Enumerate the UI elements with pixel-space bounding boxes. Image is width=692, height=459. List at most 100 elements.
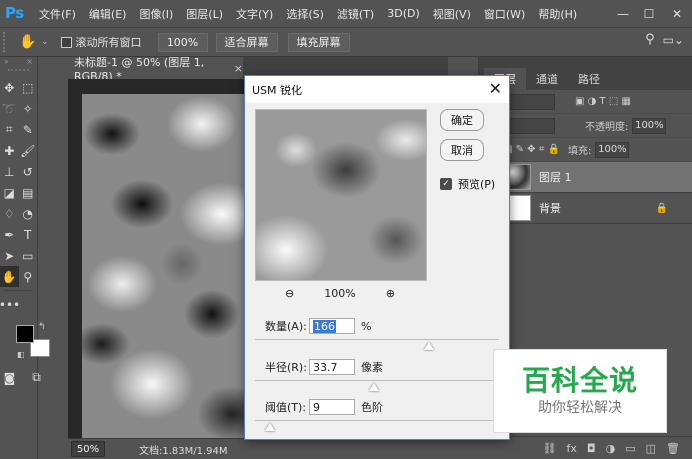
amount-slider-thumb[interactable] — [424, 342, 434, 350]
radius-label: 半径(R): — [265, 361, 307, 374]
menu-layer[interactable]: 图层(L) — [186, 6, 223, 22]
menu-help[interactable]: 帮助(H) — [538, 6, 577, 22]
hand-tool-icon[interactable]: ✋ — [17, 32, 39, 52]
menu-view[interactable]: 视图(V) — [433, 6, 471, 22]
menu-edit[interactable]: 编辑(E) — [89, 6, 127, 22]
zoom-level-field[interactable]: 50% — [71, 441, 105, 457]
preview-checkbox[interactable]: ✓ 预览(P) — [440, 176, 495, 192]
more-tools-icon[interactable]: ••• — [0, 294, 20, 315]
layer-row[interactable]: 背景 🔒 — [479, 193, 692, 224]
dialog-close-icon[interactable]: ✕ — [489, 79, 502, 98]
lasso-tool-icon[interactable]: ➰ — [0, 98, 19, 119]
threshold-field[interactable]: 9 — [309, 399, 355, 415]
ok-button[interactable]: 确定 — [440, 109, 484, 131]
fill-label: 填充: — [568, 146, 592, 157]
clone-stamp-icon[interactable]: ⊥ — [0, 161, 19, 182]
pen-tool-icon[interactable]: ✒ — [0, 224, 19, 245]
healing-brush-icon[interactable]: ✚ — [0, 140, 19, 161]
collapse-icon[interactable]: » — [4, 57, 9, 67]
default-colors-icon[interactable]: ◧ — [17, 350, 25, 359]
close-window-button[interactable]: ✕ — [662, 0, 692, 27]
tab-channels[interactable]: 通道 — [526, 68, 568, 90]
close-tab-icon[interactable]: × — [234, 62, 243, 75]
fit-screen-button[interactable]: 适合屏幕 — [215, 32, 278, 52]
search-icon[interactable]: ⚲ — [645, 32, 655, 47]
magic-wand-tool-icon[interactable]: ✧ — [19, 98, 38, 119]
new-group-icon[interactable]: ▭ — [625, 442, 635, 455]
eyedropper-tool-icon[interactable]: ✎ — [19, 119, 38, 140]
gradient-tool-icon[interactable]: ▤ — [19, 182, 38, 203]
link-layers-icon[interactable]: ⛓ — [543, 442, 557, 455]
radius-slider-thumb[interactable] — [369, 383, 379, 391]
swap-colors-icon[interactable]: ↰ — [38, 322, 46, 332]
add-mask-icon[interactable]: ◘ — [587, 442, 596, 455]
rectangle-tool-icon[interactable]: ▭ — [19, 245, 38, 266]
chevron-down-icon[interactable]: ⌄ — [41, 37, 49, 47]
filter-icons[interactable]: ▣ ◑ T ⬚ ▦ — [575, 96, 631, 107]
amount-field[interactable]: 166 — [309, 318, 355, 334]
amount-slider[interactable] — [255, 339, 499, 340]
hand-tool-icon[interactable]: ✋ — [0, 266, 19, 287]
fx-icon[interactable]: fx — [567, 442, 577, 455]
maximize-button[interactable]: ☐ — [636, 0, 662, 27]
opacity-field[interactable]: 100% — [632, 117, 667, 134]
close-panel-icon[interactable]: × — [26, 57, 33, 67]
minimize-button[interactable]: — — [610, 0, 636, 27]
checkbox-icon[interactable] — [60, 36, 72, 48]
foreground-color-swatch[interactable] — [16, 325, 34, 343]
filter-preview[interactable] — [255, 109, 427, 281]
panel-tabs: 图层 通道 路径 — [479, 57, 692, 90]
threshold-slider[interactable] — [255, 420, 499, 421]
fill-field[interactable]: 100% — [595, 141, 630, 158]
window-controls: — ☐ ✕ — [610, 0, 692, 27]
eraser-tool-icon[interactable]: ◪ — [0, 182, 19, 203]
new-layer-icon[interactable]: ◫ — [646, 442, 656, 455]
options-grip[interactable] — [3, 32, 7, 52]
layer-row[interactable]: 图层 1 — [479, 162, 692, 193]
scroll-all-windows-checkbox[interactable]: 滚动所有窗口 — [60, 34, 142, 50]
menu-select[interactable]: 选择(S) — [286, 6, 324, 22]
document-tab[interactable]: 未标题-1 @ 50% (图层 1, RGB/8) * × — [68, 56, 243, 83]
adjustment-layer-icon[interactable]: ◑ — [606, 442, 616, 455]
type-tool-icon[interactable]: T — [19, 224, 38, 245]
marquee-tool-icon[interactable]: ⬚ — [19, 77, 38, 98]
zoom-100-button[interactable]: 100% — [157, 32, 208, 52]
crop-tool-icon[interactable]: ⌗ — [0, 119, 19, 140]
menu-3d[interactable]: 3D(D) — [387, 7, 420, 20]
tools-grip[interactable] — [8, 69, 29, 75]
workspace-icon[interactable]: ▭⌄ — [663, 33, 684, 47]
screen-mode-icon[interactable]: ⧉ — [27, 367, 46, 388]
menu-window[interactable]: 窗口(W) — [484, 6, 525, 22]
lock-icons[interactable]: ▩ ✎ ✥ ⌗ 🔒 — [503, 144, 560, 155]
menu-file[interactable]: 文件(F) — [39, 6, 76, 22]
quick-mask-icon[interactable]: ◙ — [0, 367, 19, 388]
dodge-tool-icon[interactable]: ◔ — [19, 203, 38, 224]
blend-opacity-row: 不透明度: 100% — [479, 114, 692, 138]
cloud-image — [82, 94, 252, 438]
menu-image[interactable]: 图像(I) — [139, 6, 173, 22]
amount-unit: % — [361, 319, 372, 333]
blur-tool-icon[interactable]: ♢ — [0, 203, 19, 224]
fill-screen-button[interactable]: 填充屏幕 — [287, 32, 350, 52]
brush-tool-icon[interactable]: 🖌 — [19, 140, 38, 161]
dialog-titlebar: USM 锐化 ✕ — [245, 76, 509, 103]
menu-type[interactable]: 文字(Y) — [236, 6, 273, 22]
photoshop-logo: Ps — [5, 3, 24, 22]
cancel-button[interactable]: 取消 — [440, 139, 484, 161]
path-select-icon[interactable]: ➤ — [0, 245, 19, 266]
amount-value: 166 — [313, 319, 336, 333]
zoom-tool-icon[interactable]: ⚲ — [19, 266, 38, 287]
menu-filter[interactable]: 滤镜(T) — [337, 6, 374, 22]
zoom-out-icon[interactable]: ⊖ — [285, 287, 294, 300]
move-tool-icon[interactable]: ✥ — [0, 77, 19, 98]
zoom-in-icon[interactable]: ⊕ — [386, 287, 395, 300]
trash-icon[interactable]: 🗑 — [666, 442, 680, 455]
radius-field[interactable]: 33.7 — [309, 359, 355, 375]
options-right: ⚲ ▭⌄ — [645, 32, 684, 47]
threshold-slider-thumb[interactable] — [265, 423, 275, 431]
tab-paths[interactable]: 路径 — [568, 68, 610, 90]
threshold-label: 阈值(T): — [265, 401, 307, 414]
history-brush-icon[interactable]: ↺ — [19, 161, 38, 182]
radius-slider[interactable] — [255, 380, 499, 381]
checkmark-icon[interactable]: ✓ — [440, 178, 452, 190]
